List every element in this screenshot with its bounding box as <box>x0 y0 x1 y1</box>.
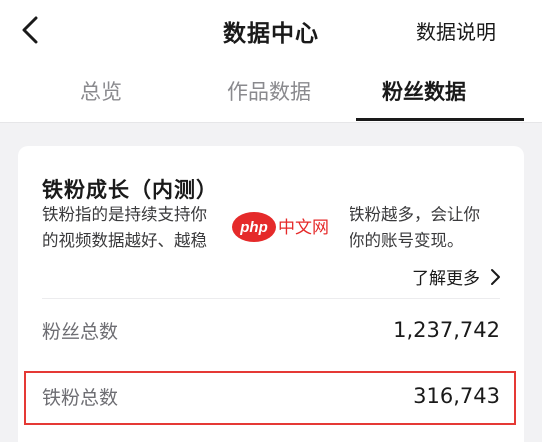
card-title: 铁粉成长（内测） <box>42 178 218 202</box>
svg-text:中文网: 中文网 <box>278 218 329 238</box>
description-line1-tail: 铁粉越多，会让你 <box>348 205 480 224</box>
divider <box>42 298 500 299</box>
top-nav-bar: 数据中心 数据说明 <box>0 0 542 64</box>
description-line2: 的视频数据越好、越稳 <box>42 231 207 250</box>
active-tab-indicator <box>356 118 524 121</box>
learn-more-label: 了解更多 <box>412 269 480 289</box>
description-line2-tail: 你的账号变现。 <box>348 231 464 250</box>
svg-text:php: php <box>239 219 268 236</box>
learn-more-link[interactable]: 了解更多 <box>412 264 502 289</box>
tab-fans-data[interactable]: 粉丝数据 <box>382 76 466 106</box>
watermark: php 中文网 <box>228 202 350 252</box>
description-line1: 铁粉指的是持续支持你 <box>42 205 207 224</box>
stat-row-total-fans: 粉丝总数 1,237,742 <box>42 310 500 350</box>
highlight-annotation-box <box>24 371 516 425</box>
stat-label: 粉丝总数 <box>42 320 119 343</box>
watermark-logo-icon: php 中文网 <box>232 212 329 242</box>
tab-overview[interactable]: 总览 <box>80 76 122 106</box>
data-explanation-link[interactable]: 数据说明 <box>416 16 496 45</box>
chevron-right-icon <box>491 268 500 285</box>
tab-works-data[interactable]: 作品数据 <box>227 76 311 106</box>
data-center-screen: 数据中心 数据说明 总览 作品数据 粉丝数据 铁粉成长（内测） 铁粉指的是持续支… <box>0 0 542 442</box>
tab-bar: 总览 作品数据 粉丝数据 <box>0 64 542 123</box>
stat-value: 1,237,742 <box>393 318 500 342</box>
